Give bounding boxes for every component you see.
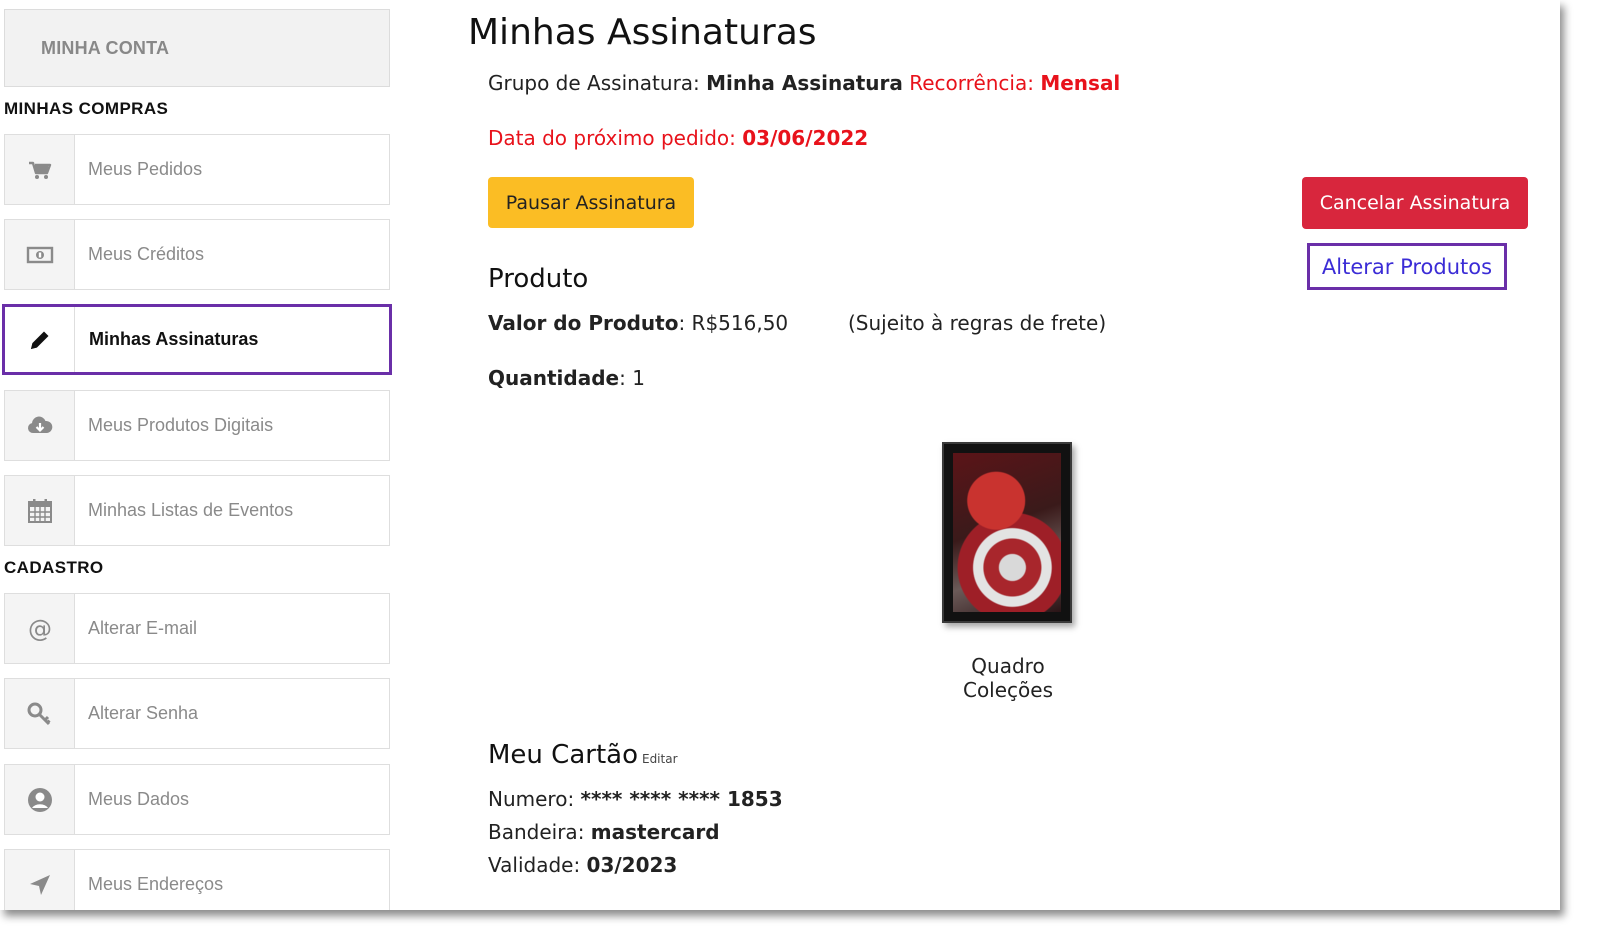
cart-icon	[28, 161, 51, 179]
product-value: : R$516,50	[678, 311, 789, 335]
page-title: Minhas Assinaturas	[468, 12, 817, 53]
sidebar-item-label: Alterar Senha	[88, 703, 199, 723]
cancel-subscription-button[interactable]: Cancelar Assinatura	[1302, 177, 1528, 229]
sidebar-item-label: Meus Endereços	[88, 874, 224, 894]
cloud-download-icon	[27, 416, 52, 433]
svg-text:@: @	[28, 615, 52, 643]
sidebar-item-minhas-listas-de-eventos[interactable]: Minhas Listas de Eventos	[4, 475, 390, 546]
at-icon: @	[28, 615, 52, 643]
icon-cell	[5, 135, 75, 204]
product-artwork	[953, 453, 1061, 612]
recurrence-value: Mensal	[1040, 71, 1121, 95]
card-number-line: Numero: **** **** **** 1853	[488, 787, 783, 811]
group-value: Minha Assinatura	[706, 71, 903, 95]
pencil-icon	[30, 331, 48, 349]
icon-cell	[5, 679, 75, 748]
icon-cell	[5, 391, 75, 460]
icon-cell: @	[5, 594, 75, 663]
product-heading: Produto	[488, 264, 589, 294]
sidebar-item-label: Meus Dados	[88, 789, 190, 809]
quantity-label: Quantidade	[488, 366, 620, 390]
section-title-register: CADASTRO	[4, 558, 104, 577]
sidebar-item-label: Meus Créditos	[88, 244, 205, 264]
card-number-value: **** **** **** 1853	[580, 787, 783, 811]
group-label: Grupo de Assinatura:	[488, 71, 700, 95]
card-validity-line: Validade: 03/2023	[488, 853, 677, 877]
section-title-purchases: MINHAS COMPRAS	[4, 99, 169, 118]
product-value-label: Valor do Produto	[488, 311, 679, 335]
my-account-header[interactable]: MINHA CONTA	[4, 9, 390, 87]
quantity-value: : 1	[619, 366, 645, 390]
sidebar-item-minhas-assinaturas[interactable]: Minhas Assinaturas	[2, 304, 392, 375]
icon-cell	[5, 220, 75, 289]
subscription-content: Minhas Assinaturas Grupo de Assinatura: …	[468, 0, 1548, 910]
card-brand-line: Bandeira: mastercard	[488, 820, 720, 844]
sidebar-item-alterar-senha[interactable]: Alterar Senha	[4, 678, 390, 749]
sidebar-item-meus-pedidos[interactable]: Meus Pedidos	[4, 134, 390, 205]
sidebar-item-alterar-email[interactable]: @ Alterar E-mail	[4, 593, 390, 664]
sidebar-item-meus-creditos[interactable]: Meus Créditos	[4, 219, 390, 290]
next-order-date: 03/06/2022	[742, 126, 869, 150]
page-frame: MINHA CONTA MINHAS COMPRAS Meus Pedidos	[0, 0, 1560, 910]
calendar-icon	[27, 498, 52, 523]
shipping-note: (Sujeito à regras de frete)	[848, 311, 1107, 335]
subscription-group-line: Grupo de Assinatura: Minha Assinatura Re…	[488, 71, 1120, 95]
card-brand-value: mastercard	[590, 820, 720, 844]
icon-cell	[5, 307, 75, 372]
sidebar-item-label: Alterar E-mail	[88, 618, 198, 638]
sidebar-item-meus-produtos-digitais[interactable]: Meus Produtos Digitais	[4, 390, 390, 461]
icon-cell	[5, 765, 75, 834]
sidebar-item-meus-dados[interactable]: Meus Dados	[4, 764, 390, 835]
icon-cell	[5, 476, 75, 545]
card-number-label: Numero:	[488, 787, 581, 811]
sidebar-item-label: Minhas Listas de Eventos	[88, 500, 294, 520]
product-image[interactable]	[942, 442, 1072, 623]
sidebar-item-meus-enderecos[interactable]: Meus Endereços	[4, 849, 390, 910]
key-icon	[27, 702, 51, 725]
user-icon	[27, 787, 52, 812]
edit-card-link[interactable]: Editar	[642, 752, 678, 766]
card-heading: Meu Cartão	[488, 740, 638, 770]
recurrence-label: Recorrência:	[909, 71, 1034, 95]
quantity-line: Quantidade: 1	[488, 366, 645, 390]
location-arrow-icon	[29, 874, 50, 895]
sidebar-item-label: Meus Produtos Digitais	[88, 415, 274, 435]
card-validity-value: 03/2023	[586, 853, 678, 877]
next-order-label: Data do próximo pedido:	[488, 126, 736, 150]
money-icon	[26, 246, 53, 263]
next-order-line: Data do próximo pedido: 03/06/2022	[488, 126, 868, 150]
card-heading-line: Meu Cartão Editar	[488, 740, 678, 770]
account-sidebar: MINHA CONTA MINHAS COMPRAS Meus Pedidos	[2, 0, 392, 910]
icon-cell	[5, 850, 75, 910]
card-brand-label: Bandeira:	[488, 820, 591, 844]
product-name: Quadro Coleções	[962, 654, 1054, 702]
change-products-button[interactable]: Alterar Produtos	[1307, 243, 1507, 290]
pause-subscription-button[interactable]: Pausar Assinatura	[488, 177, 694, 228]
sidebar-item-label: Meus Pedidos	[88, 159, 203, 179]
my-account-label: MINHA CONTA	[41, 38, 170, 58]
sidebar-item-label: Minhas Assinaturas	[89, 329, 259, 349]
product-value-line: Valor do Produto: R$516,50	[488, 311, 788, 335]
card-validity-label: Validade:	[488, 853, 587, 877]
